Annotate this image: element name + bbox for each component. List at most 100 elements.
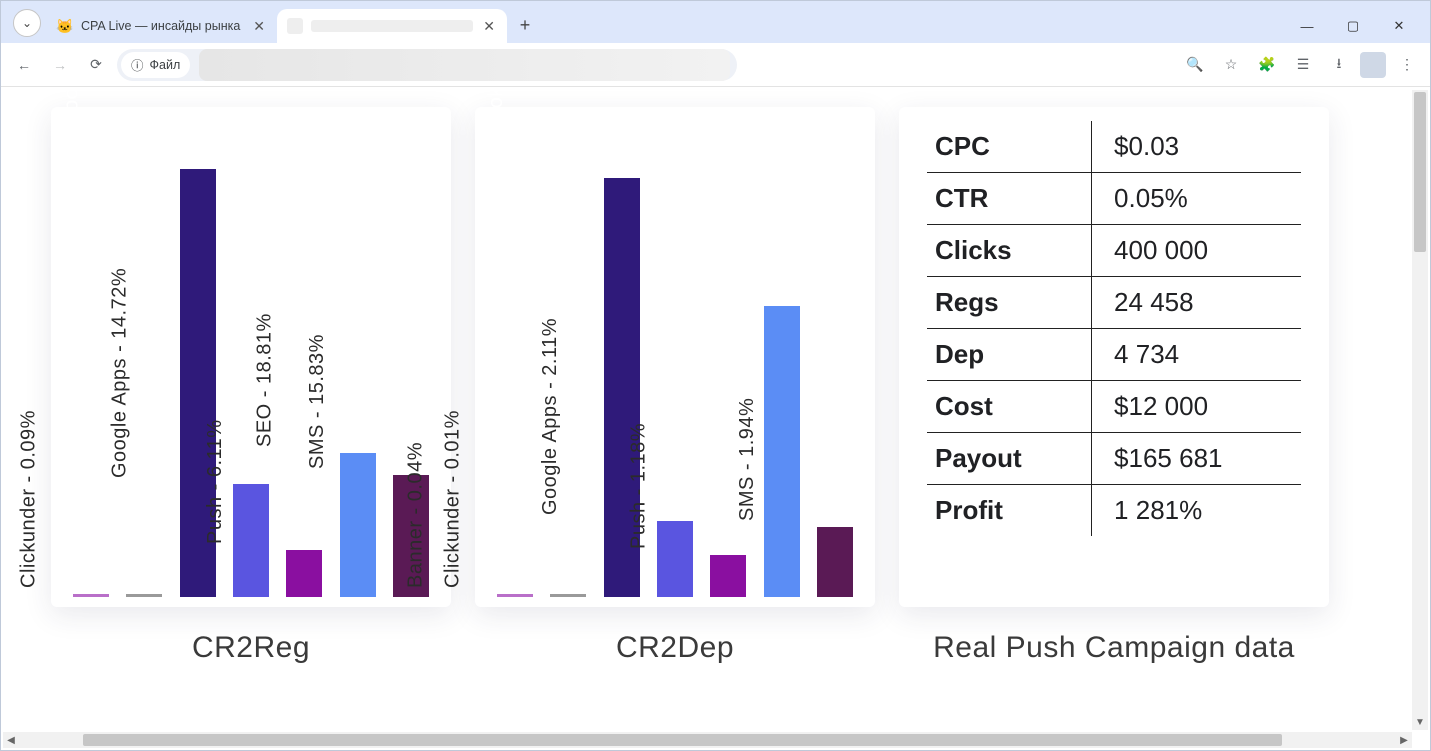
browser-tab-2[interactable]: ✕ — [277, 9, 507, 43]
bar-label: Clickunder - 0.01% — [442, 410, 465, 594]
bar-rect: Google Apps - 2.11% — [657, 521, 693, 597]
bar-rect: Push - 6.11% — [286, 550, 322, 597]
browser-toolbar: ← → ⟳ ⓘ Файл 🔍 ☆ 🧩 ☰ ⭳ ⋮ — [1, 43, 1430, 87]
bar-seo: SEO - 18.81% — [340, 125, 376, 597]
window-maximize-button[interactable]: ▢ — [1330, 9, 1376, 43]
window-minimize-button[interactable]: ― — [1284, 9, 1330, 43]
bar-label: SEO - 18.81% — [253, 313, 276, 453]
tab1-favicon-icon: 🐱 — [57, 18, 73, 34]
tab-strip: ⌄ 🐱 CPA Live — инсайды рынка ✕ ✕ + ― ▢ ✕ — [1, 1, 1430, 43]
stat-value: 24 458 — [1092, 277, 1301, 329]
new-tab-button[interactable]: + — [511, 11, 539, 39]
table-caption: Real Push Campaign data — [899, 631, 1329, 665]
address-bar[interactable]: ⓘ Файл — [117, 49, 737, 81]
bookmark-button[interactable]: ☆ — [1216, 50, 1246, 80]
bar-label: Google Apps - 2.11% — [539, 318, 562, 521]
table-row: Cost$12 000 — [927, 381, 1301, 433]
nav-back-button[interactable]: ← — [9, 50, 39, 80]
stat-value: 0.05% — [1092, 173, 1301, 225]
stat-value: $165 681 — [1092, 433, 1301, 485]
tab2-title — [311, 20, 473, 32]
stat-value: 4 734 — [1092, 329, 1301, 381]
campaign-table-card: CPC$0.03CTR0.05%Clicks400 000Regs24 458D… — [899, 107, 1329, 607]
cr2dep-caption: CR2Dep — [475, 631, 875, 665]
nav-reload-button[interactable]: ⟳ — [81, 50, 111, 80]
tab-search-button[interactable]: ⌄ — [13, 9, 41, 37]
side-panel-button[interactable]: ☰ — [1288, 50, 1318, 80]
table-row: Payout$165 681 — [927, 433, 1301, 485]
profile-avatar[interactable] — [1360, 52, 1386, 78]
downloads-button[interactable]: ⭳ — [1324, 50, 1354, 80]
window-controls: ― ▢ ✕ — [1284, 9, 1422, 43]
bar-label: SMS - 15.83% — [306, 334, 329, 475]
bar-seo: SEO - 8.13% — [764, 125, 800, 597]
bar-rect: SMS - 1.94% — [817, 527, 853, 597]
bar-label: Facebook Target - 11.70% — [485, 87, 508, 184]
stat-key: Profit — [927, 485, 1092, 537]
horizontal-scroll-thumb[interactable] — [83, 734, 1282, 746]
table-row: Profit1 281% — [927, 485, 1301, 537]
omnibox-url[interactable] — [199, 49, 730, 81]
scroll-left-icon[interactable]: ◀ — [3, 732, 19, 748]
tab2-favicon-icon — [287, 18, 303, 34]
horizontal-scrollbar[interactable]: ◀ ▶ — [3, 732, 1412, 748]
bar-rect: Clickunder - 0.09% — [126, 594, 162, 597]
page-viewport: Banner - 0.17% Clickunder - 0.09% Facebook… — [1, 87, 1430, 750]
bar-rect: Push - 1.18% — [710, 555, 746, 597]
stat-value: $0.03 — [1092, 121, 1301, 173]
scroll-right-icon[interactable]: ▶ — [1396, 732, 1412, 748]
bar-rect: Google Apps - 14.72% — [233, 484, 269, 597]
table-row: Clicks400 000 — [927, 225, 1301, 277]
omnibox-origin-label: Файл — [150, 58, 181, 72]
stat-key: Regs — [927, 277, 1092, 329]
extensions-button[interactable]: 🧩 — [1252, 50, 1282, 80]
campaign-stats-table: CPC$0.03CTR0.05%Clicks400 000Regs24 458D… — [927, 121, 1301, 536]
bar-label: SEO - 8.13% — [706, 184, 729, 312]
kebab-menu-button[interactable]: ⋮ — [1392, 50, 1422, 80]
cr2reg-caption: CR2Reg — [51, 631, 451, 665]
stat-key: CPC — [927, 121, 1092, 173]
bar-label: Clickunder - 0.09% — [18, 410, 41, 594]
bar-label: SMS - 1.94% — [736, 398, 759, 527]
stat-key: Dep — [927, 329, 1092, 381]
tab1-close-button[interactable]: ✕ — [251, 18, 267, 35]
nav-forward-button[interactable]: → — [45, 50, 75, 80]
vertical-scroll-thumb[interactable] — [1414, 92, 1426, 252]
window-close-button[interactable]: ✕ — [1376, 9, 1422, 43]
omnibox-origin-chip[interactable]: ⓘ Файл — [121, 52, 190, 78]
bar-rect: SEO - 8.13% — [764, 306, 800, 597]
table-row: CPC$0.03 — [927, 121, 1301, 173]
scroll-down-icon[interactable]: ▼ — [1412, 714, 1428, 730]
stat-key: CTR — [927, 173, 1092, 225]
bar-label: Banner - 0.04% — [405, 442, 428, 594]
page-content: Banner - 0.17% Clickunder - 0.09% Facebook… — [1, 87, 1412, 732]
bar-sms: SMS - 1.94% — [817, 125, 853, 597]
bar-label: Facebook Target - 55.76% — [60, 87, 83, 175]
info-icon: ⓘ — [131, 55, 144, 74]
browser-window: ⌄ 🐱 CPA Live — инсайды рынка ✕ ✕ + ― ▢ ✕… — [0, 0, 1431, 751]
table-row: Regs24 458 — [927, 277, 1301, 329]
bar-banner: Banner - 0.17% — [73, 125, 109, 597]
bar-label: Push - 6.11% — [205, 419, 228, 550]
table-row: CTR0.05% — [927, 173, 1301, 225]
stat-key: Clicks — [927, 225, 1092, 277]
browser-tab-1[interactable]: 🐱 CPA Live — инсайды рынка ✕ — [47, 9, 277, 43]
stat-key: Payout — [927, 433, 1092, 485]
tab1-title: CPA Live — инсайды рынка — [81, 19, 243, 33]
vertical-scrollbar[interactable]: ▲ ▼ — [1412, 90, 1428, 730]
bar-rect: SEO - 18.81% — [340, 453, 376, 597]
bar-label: Banner - 0.17% — [1, 442, 4, 594]
bar-label: Push - 1.18% — [628, 423, 651, 555]
tab2-close-button[interactable]: ✕ — [481, 18, 497, 35]
cr2dep-card: Banner - 0.04%Clickunder - 0.01%Facebook… — [475, 107, 875, 607]
table-row: Dep4 734 — [927, 329, 1301, 381]
stat-value: $12 000 — [1092, 381, 1301, 433]
zoom-button[interactable]: 🔍 — [1180, 50, 1210, 80]
bar-clickunder: Clickunder - 0.09% — [126, 125, 162, 597]
cr2dep-plot: Banner - 0.04%Clickunder - 0.01%Facebook… — [493, 125, 857, 597]
bar-rect: Clickunder - 0.01% — [550, 594, 586, 597]
bar-rect: Banner - 0.04% — [497, 594, 533, 597]
stat-key: Cost — [927, 381, 1092, 433]
stat-value: 1 281% — [1092, 485, 1301, 537]
bar-label: Google Apps - 14.72% — [108, 268, 131, 484]
